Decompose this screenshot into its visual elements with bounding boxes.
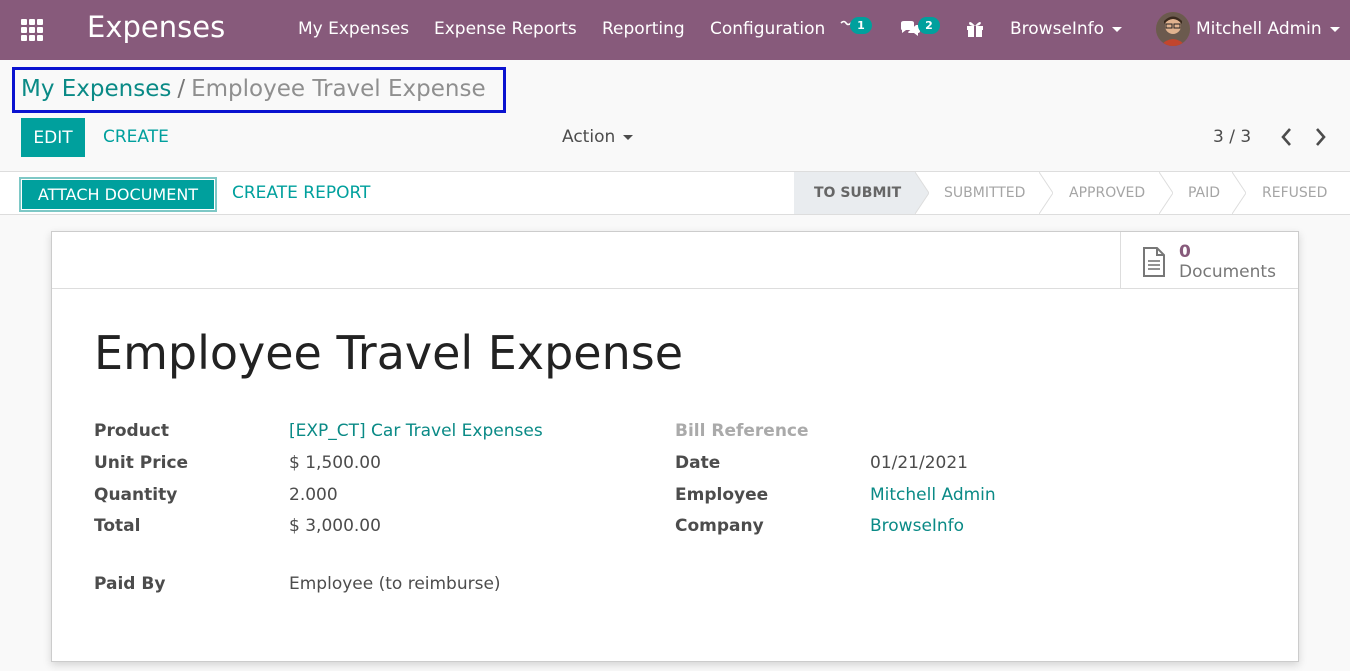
create-button[interactable]: CREATE — [103, 127, 169, 147]
menu-expense-reports[interactable]: Expense Reports — [434, 19, 577, 39]
employee-value[interactable]: Mitchell Admin — [870, 485, 996, 505]
pager-value[interactable]: 3 / 3 — [1213, 127, 1251, 147]
field-label-date: Date — [675, 453, 721, 473]
breadcrumb: My Expenses / Employee Travel Expense — [12, 67, 506, 113]
chevron-down-icon — [1112, 26, 1123, 32]
stage-submitted[interactable]: SUBMITTED — [944, 172, 1025, 214]
chevron-down-icon — [1329, 26, 1340, 32]
stage-divider — [1159, 172, 1173, 214]
document-icon — [1143, 247, 1165, 277]
documents-smart-button[interactable]: 0 Documents — [1120, 232, 1298, 289]
status-bar: ATTACH DOCUMENT CREATE REPORT TO SUBMIT … — [0, 171, 1350, 215]
messages-badge: 2 — [918, 17, 940, 34]
edit-button[interactable]: EDIT — [21, 118, 85, 157]
form-sheet: 0 Documents Employee Travel Expense Prod… — [51, 231, 1299, 662]
breadcrumb-my-expenses[interactable]: My Expenses — [21, 76, 171, 102]
breadcrumb-separator: / — [177, 76, 186, 102]
breadcrumb-current: Employee Travel Expense — [191, 76, 486, 102]
stage-divider — [915, 172, 929, 214]
activity-badge: 1 — [850, 17, 872, 34]
stage-paid[interactable]: PAID — [1188, 172, 1220, 214]
chevron-left-icon[interactable] — [1279, 126, 1293, 152]
field-label-total: Total — [94, 516, 141, 536]
chevron-down-icon — [623, 134, 634, 140]
gift-icon[interactable] — [965, 20, 985, 42]
unit-price-value: $ 1,500.00 — [289, 453, 381, 473]
company-switcher[interactable]: BrowseInfo — [1010, 19, 1123, 39]
field-label-product: Product — [94, 421, 169, 441]
menu-my-expenses[interactable]: My Expenses — [298, 19, 409, 39]
stage-divider — [1232, 172, 1246, 214]
attach-document-button[interactable]: ATTACH DOCUMENT — [19, 177, 217, 212]
company-value[interactable]: BrowseInfo — [870, 516, 964, 536]
stage-divider — [1039, 172, 1053, 214]
chevron-right-icon[interactable] — [1314, 126, 1328, 152]
avatar[interactable] — [1156, 12, 1190, 46]
field-label-bill-reference: Bill Reference — [675, 421, 809, 441]
create-report-button[interactable]: CREATE REPORT — [232, 183, 370, 203]
documents-label: Documents — [1179, 262, 1276, 282]
menu-reporting[interactable]: Reporting — [602, 19, 685, 39]
stage-approved[interactable]: APPROVED — [1069, 172, 1145, 214]
documents-count: 0 — [1179, 242, 1191, 262]
menu-configuration[interactable]: Configuration — [710, 19, 825, 39]
paid-by-value: Employee (to reimburse) — [289, 574, 501, 594]
smart-button-box: 0 Documents — [52, 232, 1298, 289]
product-value[interactable]: [EXP_CT] Car Travel Expenses — [289, 421, 543, 441]
action-dropdown[interactable]: Action — [562, 127, 634, 147]
user-menu[interactable]: Mitchell Admin — [1196, 19, 1340, 39]
expense-title: Employee Travel Expense — [94, 326, 684, 380]
date-value: 01/21/2021 — [870, 453, 968, 473]
field-label-company: Company — [675, 516, 764, 536]
app-title: Expenses — [87, 10, 226, 44]
quantity-value: 2.000 — [289, 485, 338, 505]
company-name: BrowseInfo — [1010, 19, 1105, 39]
top-navbar: Expenses My Expenses Expense Reports Rep… — [0, 0, 1350, 60]
field-label-paid-by: Paid By — [94, 574, 166, 594]
stage-to-submit[interactable]: TO SUBMIT — [794, 172, 915, 214]
user-name: Mitchell Admin — [1196, 19, 1322, 39]
total-value: $ 3,000.00 — [289, 516, 381, 536]
field-label-quantity: Quantity — [94, 485, 178, 505]
field-label-employee: Employee — [675, 485, 769, 505]
stage-refused[interactable]: REFUSED — [1262, 172, 1327, 214]
action-label: Action — [562, 127, 616, 147]
field-label-unit-price: Unit Price — [94, 453, 189, 473]
apps-grid-icon[interactable] — [21, 19, 43, 41]
